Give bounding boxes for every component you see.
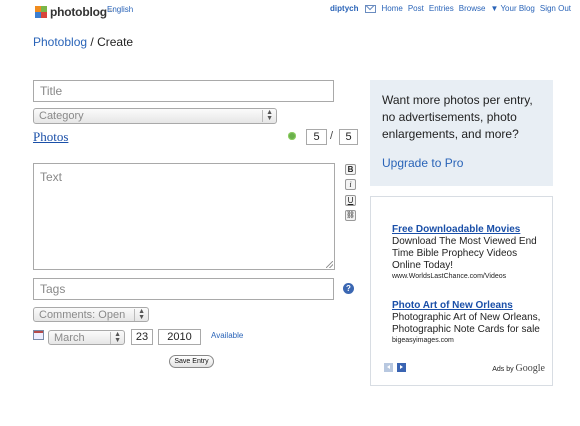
category-select[interactable]: Category ▲ ▼	[33, 108, 277, 124]
nav-sign-out[interactable]: Sign Out	[540, 4, 571, 13]
ad-body: Photographic Art of New Orleans, Photogr…	[392, 312, 541, 335]
italic-button[interactable]: i	[345, 179, 356, 190]
photo-count-separator: /	[330, 130, 334, 142]
ads-next-icon[interactable]	[397, 363, 406, 372]
title-input[interactable]: Title	[33, 80, 334, 102]
ads-by-google[interactable]: Ads by Google	[492, 363, 545, 374]
text-placeholder: Text	[40, 170, 63, 184]
calendar-icon[interactable]	[33, 330, 44, 340]
resize-grip-icon[interactable]	[326, 261, 333, 268]
tags-input[interactable]: Tags	[33, 278, 334, 300]
ad-item[interactable]: Free Downloadable Movies Download The Mo…	[392, 224, 542, 282]
ad-url: bigeasyimages.com	[392, 337, 454, 344]
top-navigation: diptych Home Post Entries Browse ▼ Your …	[330, 4, 571, 13]
ad-title[interactable]: Free Downloadable Movies	[392, 224, 542, 236]
add-photo-icon[interactable]	[288, 132, 296, 140]
ad-body: Download The Most Viewed End Time Bible …	[392, 236, 537, 271]
comments-select[interactable]: Comments: Open ▲ ▼	[33, 307, 149, 322]
photo-count-input[interactable]: 5	[306, 129, 327, 145]
ads-by-prefix: Ads by	[492, 366, 514, 373]
save-entry-button[interactable]: Save Entry	[169, 355, 214, 368]
breadcrumb-current: Create	[97, 35, 134, 49]
available-link[interactable]: Available	[211, 331, 243, 340]
mail-icon[interactable]	[364, 4, 376, 13]
month-select[interactable]: March ▲ ▼	[48, 330, 125, 345]
language-link[interactable]: English	[107, 5, 133, 14]
day-input[interactable]: 23	[131, 329, 153, 345]
breadcrumb-photoblog-link[interactable]: Photoblog	[33, 35, 87, 49]
nav-post[interactable]: Post	[408, 4, 424, 13]
year-input[interactable]: 2010	[158, 329, 201, 345]
upgrade-promo: Want more photos per entry, no advertise…	[370, 80, 553, 186]
photos-link[interactable]: Photos	[33, 129, 68, 145]
username-link[interactable]: diptych	[330, 4, 358, 13]
ad-item[interactable]: Photo Art of New Orleans Photographic Ar…	[392, 300, 542, 346]
link-button[interactable]: ⛓	[345, 210, 356, 221]
upgrade-to-pro-link[interactable]: Upgrade to Pro	[382, 156, 541, 170]
photoblog-logo[interactable]: photoblog ™	[35, 4, 113, 20]
month-select-value: March	[54, 332, 85, 344]
breadcrumb-separator: /	[87, 35, 98, 49]
nav-entries[interactable]: Entries	[429, 4, 454, 13]
photo-max-value: 5	[339, 129, 358, 145]
text-textarea[interactable]: Text	[33, 163, 335, 270]
bold-button[interactable]: B	[345, 164, 356, 175]
breadcrumb: Photoblog / Create	[33, 35, 133, 49]
category-select-value: Category	[39, 110, 84, 122]
promo-text: Want more photos per entry, no advertise…	[382, 93, 533, 141]
nav-browse[interactable]: Browse	[459, 4, 486, 13]
select-arrows-icon: ▲ ▼	[110, 331, 121, 344]
help-icon[interactable]: ?	[343, 283, 354, 294]
logo-text: photoblog	[50, 5, 107, 19]
select-arrows-icon: ▲ ▼	[262, 109, 273, 122]
nav-home[interactable]: Home	[382, 4, 403, 13]
ad-url: www.WorldsLastChance.com/Videos	[392, 273, 507, 280]
underline-button[interactable]: U	[345, 195, 356, 206]
ads-previous-icon[interactable]	[384, 363, 393, 372]
select-arrows-icon: ▲ ▼	[134, 308, 145, 321]
comments-select-value: Comments: Open	[39, 309, 126, 321]
google-logo-text: Google	[515, 363, 545, 374]
logo-mark-icon	[35, 6, 47, 18]
nav-your-blog[interactable]: ▼ Your Blog	[490, 4, 534, 13]
ads-panel: Free Downloadable Movies Download The Mo…	[370, 196, 553, 386]
ad-title[interactable]: Photo Art of New Orleans	[392, 300, 542, 312]
